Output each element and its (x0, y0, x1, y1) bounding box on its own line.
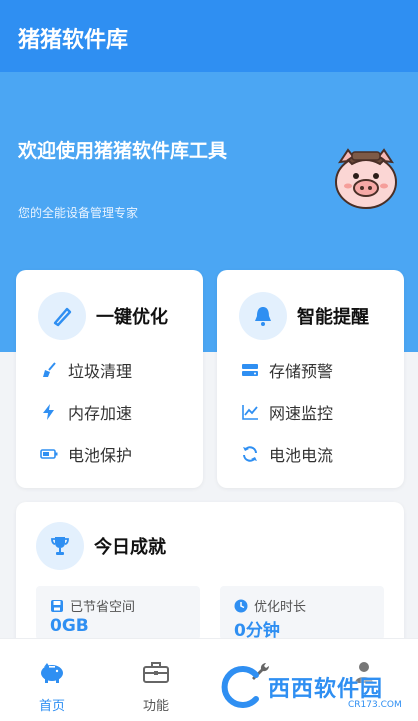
site-watermark: 西西软件园 CR173.COM (220, 662, 410, 712)
nav-item-functions[interactable]: 功能 (104, 639, 208, 721)
menu-item-label: 电池电流 (269, 446, 334, 465)
card-title: 一键优化 (96, 307, 168, 328)
nav-label: 功能 (142, 699, 169, 714)
toolbox-icon (142, 659, 170, 685)
clock-icon (234, 599, 248, 613)
menu-item-network-monitor[interactable]: 网速监控 (241, 400, 333, 424)
menu-item-battery-protect[interactable]: 电池保护 (40, 442, 132, 466)
line-chart-icon (241, 403, 259, 421)
battery-icon (40, 445, 58, 463)
one-click-optimize-card[interactable]: 一键优化 垃圾清理 内存加速 电池保护 (16, 270, 203, 488)
broom-icon (40, 361, 58, 379)
refresh-icon (241, 445, 259, 463)
menu-item-label: 垃圾清理 (68, 362, 133, 381)
bell-icon (239, 292, 287, 340)
menu-item-label: 内存加速 (68, 404, 133, 423)
smart-reminder-card[interactable]: 智能提醒 存储预警 网速监控 电池电流 (217, 270, 404, 488)
trophy-icon (36, 522, 84, 570)
menu-item-label: 存储预警 (269, 362, 334, 381)
watermark-url: CR173.COM (348, 700, 402, 710)
welcome-subtitle: 您的全能设备管理专家 (18, 206, 139, 220)
welcome-heading: 欢迎使用猪猪软件库工具 (18, 140, 228, 162)
stat-label: 已节省空间 (70, 600, 136, 615)
stat-value: 0GB (50, 616, 89, 636)
top-app-bar: 猪猪软件库 (0, 0, 418, 72)
stat-saved-space: 已节省空间 0GB (36, 586, 200, 640)
menu-item-label: 网速监控 (269, 404, 334, 423)
save-icon (50, 599, 64, 613)
nav-item-home[interactable]: 首页 (0, 639, 104, 721)
menu-item-storage-alert[interactable]: 存储预警 (241, 358, 333, 382)
nav-label: 首页 (38, 699, 65, 714)
stat-optimize-duration: 优化时长 0分钟 (220, 586, 384, 640)
watermark-text: 西西软件园 (268, 677, 384, 702)
app-title: 猪猪软件库 (18, 28, 129, 53)
card-title: 智能提醒 (297, 307, 369, 328)
lightning-icon (40, 403, 58, 421)
card-title: 今日成就 (94, 537, 166, 558)
menu-item-memory-boost[interactable]: 内存加速 (40, 400, 132, 424)
menu-item-battery-current[interactable]: 电池电流 (241, 442, 333, 466)
storage-icon (241, 361, 259, 379)
menu-item-label: 电池保护 (68, 446, 133, 465)
menu-item-junk-clean[interactable]: 垃圾清理 (40, 358, 132, 382)
pig-mascot-icon (335, 148, 397, 209)
brush-icon (38, 292, 86, 340)
piggy-bank-icon (38, 659, 66, 685)
watermark-logo-icon (221, 666, 259, 708)
stat-label: 优化时长 (254, 600, 307, 615)
stat-value: 0分钟 (234, 621, 280, 640)
